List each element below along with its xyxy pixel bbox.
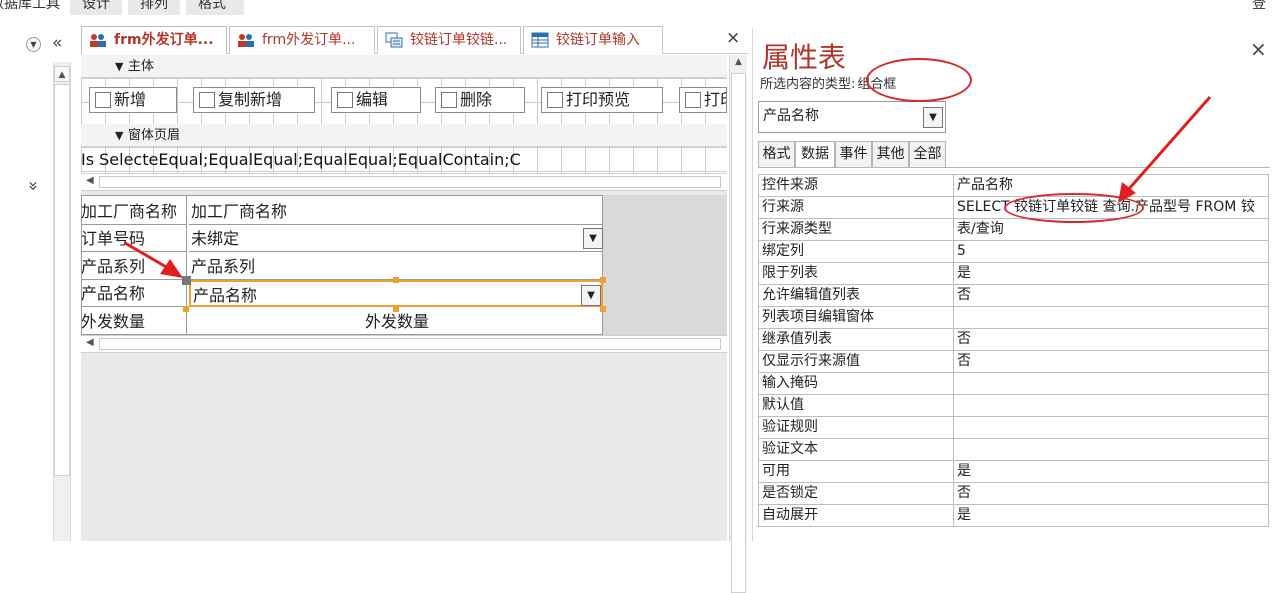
annotation-arrows — [124, 96, 1212, 278]
annotation-arrow-combobox — [124, 241, 169, 270]
arrowhead-icon — [160, 259, 183, 278]
annotation-arrow-row-source — [1126, 96, 1212, 191]
